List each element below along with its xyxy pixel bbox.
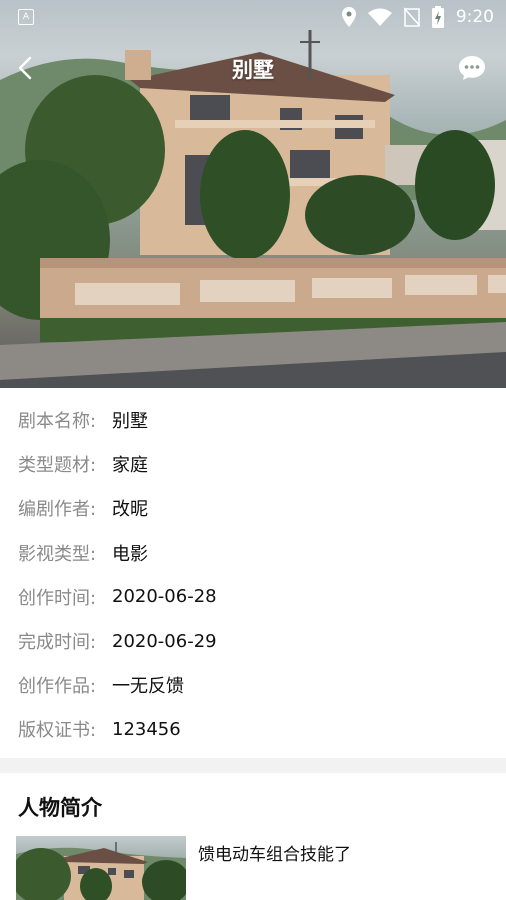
info-value: 2020-06-28 — [112, 586, 217, 608]
info-value: 改昵 — [112, 499, 148, 521]
characters-section-title: 人物简介 — [18, 796, 102, 820]
a-notification-icon: A — [18, 9, 34, 25]
info-value: 123456 — [112, 718, 181, 740]
location-icon — [341, 7, 356, 27]
info-label: 创作时间: — [18, 587, 97, 609]
info-label: 剧本名称: — [18, 411, 97, 433]
status-time: 9:20 — [455, 7, 494, 27]
status-bar: A 9:20 — [0, 0, 506, 34]
info-value: 电影 — [112, 543, 148, 565]
info-row-script-name: 剧本名称: 别墅 — [0, 398, 506, 442]
info-value: 2020-06-29 — [112, 630, 217, 652]
section-divider — [0, 758, 506, 773]
page-title: 别墅 — [232, 58, 274, 82]
title-bar: 别墅 — [0, 44, 506, 92]
message-bubble-icon — [459, 56, 485, 80]
script-info-list: 剧本名称: 别墅 类型题材: 家庭 编剧作者: 改昵 影视类型: 电影 创作时间… — [0, 398, 506, 752]
info-row-works: 创作作品: 一无反馈 — [0, 663, 506, 707]
info-row-copyright: 版权证书: 123456 — [0, 707, 506, 751]
info-row-created-date: 创作时间: 2020-06-28 — [0, 575, 506, 619]
villa-thumbnail-image — [16, 842, 186, 900]
info-row-completed-date: 完成时间: 2020-06-29 — [0, 619, 506, 663]
wifi-icon — [367, 8, 392, 26]
info-row-media-type: 影视类型: 电影 — [0, 531, 506, 575]
info-label: 创作作品: — [18, 676, 97, 698]
info-row-genre: 类型题材: 家庭 — [0, 442, 506, 486]
character-description: 馈电动车组合技能了 — [198, 845, 351, 865]
info-value: 一无反馈 — [112, 676, 184, 698]
message-button[interactable] — [458, 54, 486, 82]
info-row-writer: 编剧作者: 改昵 — [0, 486, 506, 530]
info-label: 完成时间: — [18, 632, 97, 654]
info-value: 家庭 — [112, 455, 148, 477]
character-thumbnail — [16, 836, 186, 900]
battery-charging-icon — [431, 6, 444, 28]
info-label: 影视类型: — [18, 543, 97, 565]
info-label: 编剧作者: — [18, 499, 97, 521]
info-label: 类型题材: — [18, 455, 97, 477]
info-label: 版权证书: — [18, 720, 97, 742]
no-signal-icon — [403, 7, 420, 27]
info-value: 别墅 — [112, 411, 148, 433]
character-list-item[interactable]: 馈电动车组合技能了 — [16, 836, 496, 900]
